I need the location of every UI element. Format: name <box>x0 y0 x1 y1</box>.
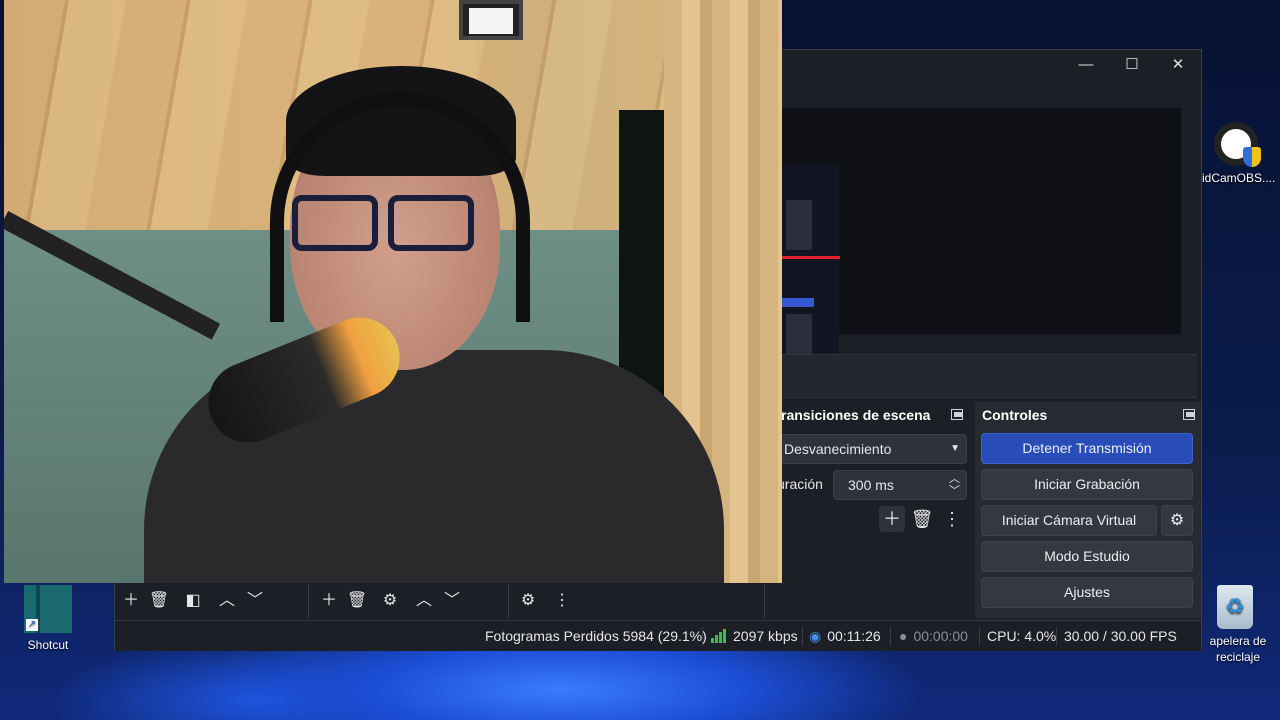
divider <box>1056 627 1057 646</box>
controls-dock: Controles Detener Transmisión Iniciar Gr… <box>975 402 1201 618</box>
duration-value: 300 ms <box>848 477 894 493</box>
cpu-usage: CPU: 4.0% <box>987 628 1057 644</box>
recycle-bin-icon: ♻ <box>1217 585 1253 629</box>
fps-status: 30.00 / 30.00 FPS <box>1064 628 1177 644</box>
dock-float-icon[interactable] <box>951 409 963 420</box>
scenes-toolbar: ＋ 🗑 ◧ ︿ ﹀ <box>115 584 309 618</box>
webcam-ceiling-lamp <box>459 0 523 40</box>
preview-screen-capture <box>781 164 840 380</box>
maximize-button[interactable]: ☐ <box>1109 50 1155 80</box>
shortcut-arrow-icon: ↗ <box>26 619 38 631</box>
webcam-video-overlay <box>4 0 782 583</box>
gear-icon[interactable]: ⚙ <box>1161 505 1193 536</box>
plus-icon[interactable]: ＋ <box>118 588 144 614</box>
broadcast-icon: ◉ <box>809 628 822 644</box>
preview-red-bar <box>782 256 840 259</box>
trash-icon[interactable]: 🗑 <box>344 588 370 614</box>
duration-stepper[interactable]: 300 ms ︿ ﹀ <box>833 470 967 500</box>
chevron-up-icon[interactable]: ︿ <box>949 473 960 485</box>
record-dot-icon: ● <box>899 628 908 644</box>
transition-value: Desvanecimiento <box>784 441 892 457</box>
sources-toolbar: ＋ 🗑 ⚙ ︿ ﹀ <box>313 584 509 618</box>
divider <box>979 627 980 646</box>
desktop-icon-label: apelera de reciclaje <box>1209 634 1267 664</box>
divider <box>702 627 703 646</box>
trash-icon[interactable]: 🗑 <box>909 506 935 532</box>
start-recording-button[interactable]: Iniciar Grabación <box>981 469 1193 500</box>
chevron-down-icon[interactable]: ﹀ <box>242 588 268 614</box>
close-button[interactable]: ✕ <box>1155 50 1201 80</box>
duration-label: uración <box>777 476 823 492</box>
dock-title: ransiciones de escena <box>781 407 931 423</box>
gear-icon[interactable]: ⚙ <box>377 588 403 614</box>
divider <box>802 627 803 646</box>
desktop-icon-shotcut[interactable]: ↗ Shotcut <box>8 585 88 653</box>
start-virtual-camera-button[interactable]: Iniciar Cámara Virtual <box>981 505 1157 536</box>
studio-mode-button[interactable]: Modo Estudio <box>981 541 1193 572</box>
record-time: 00:00:00 <box>913 628 968 644</box>
desktop-icon-recycle-bin[interactable]: ♻ apelera de reciclaje <box>1190 585 1280 665</box>
webcam-glasses-left <box>292 195 378 251</box>
webcam-glasses-right <box>388 195 474 251</box>
preview-mini-window <box>786 200 812 250</box>
stream-status: ◉ 00:11:26 <box>809 621 881 652</box>
divider <box>890 627 891 646</box>
droidcam-icon <box>1214 122 1261 167</box>
gears-icon[interactable]: ⚙ <box>515 588 541 614</box>
minimize-button[interactable]: — <box>1063 50 1109 80</box>
stream-time: 00:11:26 <box>827 628 881 644</box>
bitrate-status: 2097 kbps <box>711 621 798 652</box>
uac-shield-icon <box>1243 147 1261 167</box>
dock-float-icon[interactable] <box>1183 409 1195 420</box>
mixer-toolbar: ⚙ ⋮ <box>513 584 765 618</box>
more-vertical-icon[interactable]: ⋮ <box>549 588 575 614</box>
signal-bars-icon <box>711 623 727 654</box>
status-bar: Fotogramas Perdidos 5984 (29.1%) 2097 kb… <box>115 620 1201 651</box>
list-toolbars: ＋ 🗑 ◧ ︿ ﹀ ＋ 🗑 ⚙ ︿ ﹀ ⚙ ⋮ <box>115 584 975 618</box>
dock-title: Controles <box>982 407 1048 423</box>
shotcut-icon: ↗ <box>24 585 72 633</box>
preview-blue-item <box>782 298 814 307</box>
plus-icon[interactable]: ＋ <box>316 588 342 614</box>
chevron-down-icon: ▼ <box>950 443 960 454</box>
chevron-down-icon[interactable]: ﹀ <box>949 485 960 497</box>
chevron-up-icon[interactable]: ︿ <box>214 588 240 614</box>
trash-icon[interactable]: 🗑 <box>146 588 172 614</box>
add-transition-button[interactable]: ＋ <box>879 506 905 532</box>
desktop-icon-label: Shotcut <box>27 638 69 652</box>
dropped-frames: Fotogramas Perdidos 5984 (29.1%) <box>485 628 707 644</box>
preview-mini-list <box>786 314 812 354</box>
filter-icon[interactable]: ◧ <box>180 588 206 614</box>
more-vertical-icon[interactable]: ⋮ <box>939 506 965 532</box>
chevron-up-icon[interactable]: ︿ <box>411 588 437 614</box>
stop-stream-button[interactable]: Detener Transmisión <box>981 433 1193 464</box>
desktop-icon-droidcam[interactable]: idCamOBS.... <box>1192 122 1280 186</box>
record-status: ● 00:00:00 <box>899 621 968 652</box>
chevron-down-icon[interactable]: ﹀ <box>439 588 465 614</box>
desktop-icon-label: idCamOBS.... <box>1202 171 1276 185</box>
settings-button[interactable]: Ajustes <box>981 577 1193 608</box>
transition-select[interactable]: Desvanecimiento ▼ <box>771 434 967 464</box>
bitrate-value: 2097 kbps <box>733 628 798 644</box>
